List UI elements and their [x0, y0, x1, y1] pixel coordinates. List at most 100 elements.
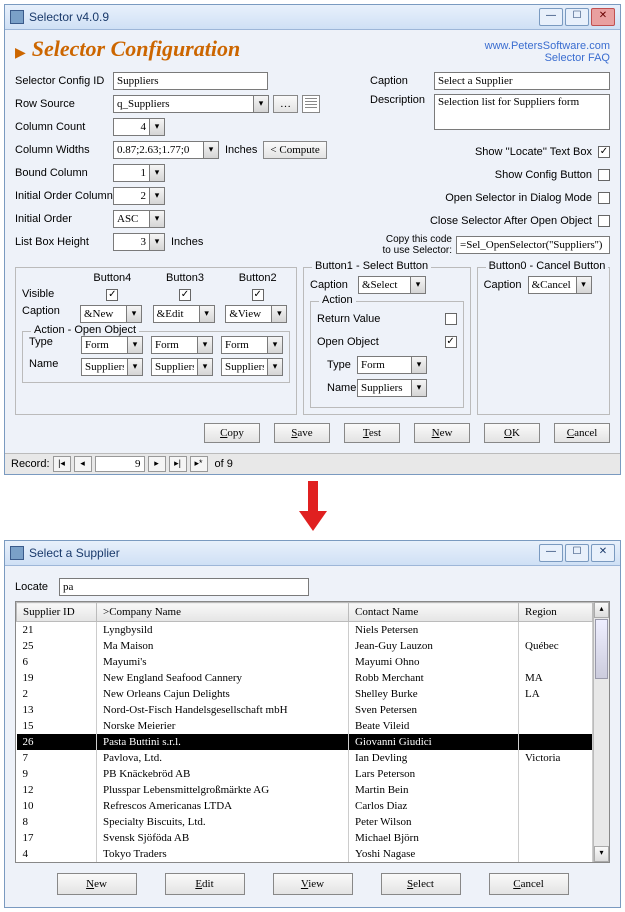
- btn2-type[interactable]: [221, 336, 267, 354]
- dropdown-icon[interactable]: ▾: [149, 233, 165, 251]
- edit-button[interactable]: Edit: [165, 873, 245, 895]
- col-header[interactable]: Contact Name: [349, 603, 519, 622]
- dropdown-icon[interactable]: ▾: [126, 305, 142, 323]
- close-icon[interactable]: ✕: [591, 544, 615, 562]
- new-button[interactable]: New: [414, 423, 470, 443]
- table-row[interactable]: 19New England Seafood CanneryRobb Mercha…: [17, 670, 593, 686]
- bound-col-input[interactable]: [113, 164, 149, 182]
- description-input[interactable]: [434, 94, 610, 130]
- site-link[interactable]: www.PetersSoftware.com: [485, 40, 610, 52]
- dropdown-icon[interactable]: ▾: [267, 358, 283, 376]
- first-record-icon[interactable]: |◂: [53, 456, 71, 472]
- table-row[interactable]: 4Tokyo TradersYoshi Nagase: [17, 846, 593, 862]
- table-row[interactable]: 2New Orleans Cajun DelightsShelley Burke…: [17, 686, 593, 702]
- next-record-icon[interactable]: ▸: [148, 456, 166, 472]
- return-value-checkbox[interactable]: [445, 313, 457, 325]
- dropdown-icon[interactable]: ▾: [253, 95, 269, 113]
- dropdown-icon[interactable]: ▾: [197, 336, 213, 354]
- locate-input[interactable]: [59, 578, 309, 596]
- table-row[interactable]: 26Pasta Buttini s.r.l.Giovanni Giudici: [17, 734, 593, 750]
- btn3-visible-checkbox[interactable]: ✓: [179, 289, 191, 301]
- dropdown-icon[interactable]: ▾: [411, 379, 427, 397]
- btn1-caption[interactable]: [358, 276, 410, 294]
- minimize-icon[interactable]: —: [539, 8, 563, 26]
- dropdown-icon[interactable]: ▾: [271, 305, 287, 323]
- dropdown-icon[interactable]: ▾: [149, 164, 165, 182]
- table-row[interactable]: 21LyngbysildNiels Petersen: [17, 622, 593, 639]
- dropdown-icon[interactable]: ▾: [149, 187, 165, 205]
- dropdown-icon[interactable]: ▾: [576, 276, 592, 294]
- list-height-input[interactable]: [113, 233, 149, 251]
- titlebar[interactable]: Selector v4.0.9 — ☐ ✕: [5, 5, 620, 30]
- table-row[interactable]: 13Nord-Ost-Fisch Handelsgesellschaft mbH…: [17, 702, 593, 718]
- cancel-button[interactable]: Cancel: [554, 423, 610, 443]
- caption-input[interactable]: [434, 72, 610, 90]
- btn0-caption[interactable]: [528, 276, 576, 294]
- last-record-icon[interactable]: ▸|: [169, 456, 187, 472]
- show-locate-checkbox[interactable]: ✓: [598, 146, 610, 158]
- col-header[interactable]: >Company Name: [97, 603, 349, 622]
- faq-link[interactable]: Selector FAQ: [485, 52, 610, 64]
- dropdown-icon[interactable]: ▾: [199, 305, 215, 323]
- test-button[interactable]: Test: [344, 423, 400, 443]
- ellipsis-button[interactable]: …: [273, 95, 298, 113]
- btn4-caption[interactable]: [80, 305, 126, 323]
- dropdown-icon[interactable]: ▾: [197, 358, 213, 376]
- copy-code-input[interactable]: [456, 236, 610, 254]
- table-row[interactable]: 15Norske MeierierBeate Vileid: [17, 718, 593, 734]
- table-row[interactable]: 6Mayumi'sMayumi Ohno: [17, 654, 593, 670]
- btn2-name[interactable]: [221, 358, 267, 376]
- cancel-button-2[interactable]: Cancel: [489, 873, 569, 895]
- dropdown-icon[interactable]: ▾: [267, 336, 283, 354]
- new-button-2[interactable]: New: [57, 873, 137, 895]
- maximize-icon[interactable]: ☐: [565, 8, 589, 26]
- record-number-input[interactable]: [95, 456, 145, 472]
- new-record-icon[interactable]: ▸*: [190, 456, 208, 472]
- dropdown-icon[interactable]: ▾: [410, 276, 426, 294]
- save-button[interactable]: Save: [274, 423, 330, 443]
- table-row[interactable]: 12Plusspar Lebensmittelgroßmärkte AGMart…: [17, 782, 593, 798]
- ok-button[interactable]: OK: [484, 423, 540, 443]
- table-row[interactable]: 17Svensk Sjöföda ABMichael Björn: [17, 830, 593, 846]
- config-id-input[interactable]: [113, 72, 268, 90]
- dropdown-icon[interactable]: ▾: [149, 118, 165, 136]
- scroll-up-icon[interactable]: ▴: [594, 602, 609, 618]
- init-order-col-input[interactable]: [113, 187, 149, 205]
- btn4-visible-checkbox[interactable]: ✓: [106, 289, 118, 301]
- table-row[interactable]: 8Specialty Biscuits, Ltd.Peter Wilson: [17, 814, 593, 830]
- row-source-input[interactable]: [113, 95, 253, 113]
- scrollbar[interactable]: ▴ ▾: [593, 602, 609, 862]
- prev-record-icon[interactable]: ◂: [74, 456, 92, 472]
- close-icon[interactable]: ✕: [591, 8, 615, 26]
- btn1-name[interactable]: [357, 379, 411, 397]
- open-object-checkbox[interactable]: ✓: [445, 336, 457, 348]
- init-order-input[interactable]: [113, 210, 149, 228]
- table-row[interactable]: 25Ma MaisonJean-Guy LauzonQuébec: [17, 638, 593, 654]
- maximize-icon[interactable]: ☐: [565, 544, 589, 562]
- table-row[interactable]: 10Refrescos Americanas LTDACarlos Diaz: [17, 798, 593, 814]
- table-row[interactable]: 7Pavlova, Ltd.Ian DevlingVictoria: [17, 750, 593, 766]
- btn2-visible-checkbox[interactable]: ✓: [252, 289, 264, 301]
- show-config-checkbox[interactable]: [598, 169, 610, 181]
- scroll-thumb[interactable]: [595, 619, 608, 679]
- dropdown-icon[interactable]: ▾: [411, 356, 427, 374]
- calendar-icon[interactable]: [302, 95, 320, 113]
- col-count-input[interactable]: [113, 118, 149, 136]
- copy-button[interactable]: Copy: [204, 423, 260, 443]
- btn3-caption[interactable]: [153, 305, 199, 323]
- col-widths-input[interactable]: [113, 141, 203, 159]
- dropdown-icon[interactable]: ▾: [149, 210, 165, 228]
- dropdown-icon[interactable]: ▾: [127, 358, 143, 376]
- dropdown-icon[interactable]: ▾: [127, 336, 143, 354]
- btn3-type[interactable]: [151, 336, 197, 354]
- open-dialog-checkbox[interactable]: [598, 192, 610, 204]
- view-button[interactable]: View: [273, 873, 353, 895]
- btn1-type[interactable]: [357, 356, 411, 374]
- btn2-caption[interactable]: [225, 305, 271, 323]
- dropdown-icon[interactable]: ▾: [203, 141, 219, 159]
- titlebar-2[interactable]: Select a Supplier — ☐ ✕: [5, 541, 620, 566]
- close-after-checkbox[interactable]: [598, 215, 610, 227]
- btn3-name[interactable]: [151, 358, 197, 376]
- btn4-type[interactable]: [81, 336, 127, 354]
- scroll-down-icon[interactable]: ▾: [594, 846, 609, 862]
